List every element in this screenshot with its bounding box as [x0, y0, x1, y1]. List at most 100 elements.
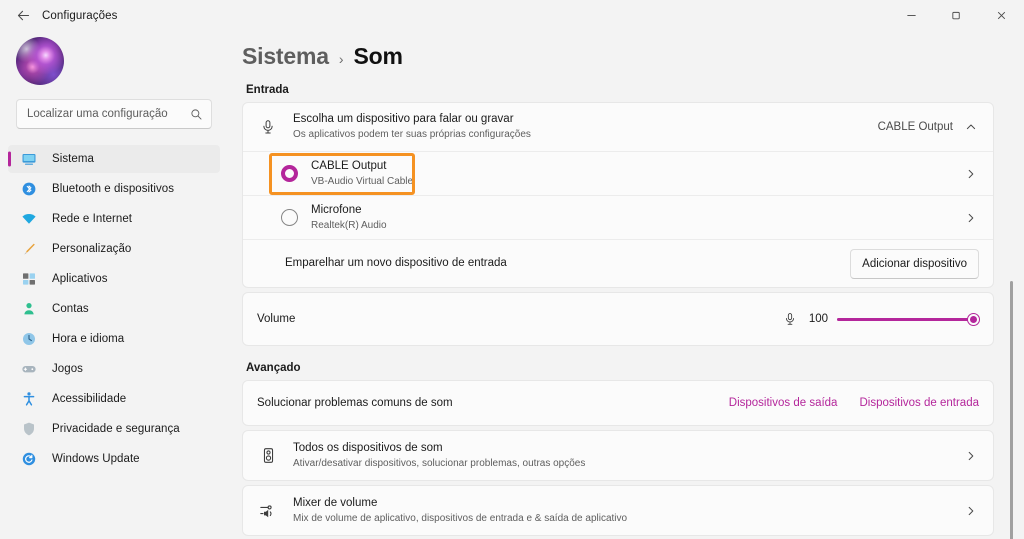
minimize-button[interactable] — [889, 0, 934, 31]
troubleshoot-label: Solucionar problemas comuns de som — [257, 396, 453, 409]
chevron-up-icon[interactable] — [963, 121, 979, 133]
device-chooser-text: Escolha um dispositivo para falar ou gra… — [293, 112, 531, 142]
sidebar-item-aplicativos[interactable]: Aplicativos — [8, 265, 220, 293]
microphone-small-icon — [783, 312, 797, 326]
device-option-cable-output[interactable]: CABLE Output VB-Audio Virtual Cable — [243, 151, 993, 195]
minimize-icon — [907, 15, 916, 16]
main-content: Sistema › Som Entrada Escolha um disposi… — [228, 31, 1024, 539]
search-input[interactable] — [27, 108, 190, 120]
volume-slider[interactable] — [837, 313, 979, 325]
sidebar-item-label: Sistema — [52, 153, 94, 165]
volume-mixer-row[interactable]: Mixer de volume Mix de volume de aplicat… — [243, 486, 993, 535]
restore-icon — [952, 11, 960, 20]
selected-device-value: CABLE Output — [877, 121, 953, 133]
volume-controls: 100 — [783, 312, 979, 326]
sidebar-item-label: Personalização — [52, 243, 132, 255]
microphone-icon — [257, 119, 279, 135]
volume-mixer-subtitle: Mix de volume de aplicativo, dispositivo… — [293, 512, 628, 524]
sidebar-item-bluetooth-e-dispositivos[interactable]: Bluetooth e dispositivos — [8, 175, 220, 203]
device-option-description: VB-Audio Virtual Cable — [311, 175, 414, 187]
accessibility-icon — [20, 390, 38, 408]
sidebar-item-jogos[interactable]: Jogos — [8, 355, 220, 383]
troubleshoot-card: Solucionar problemas comuns de som Dispo… — [242, 380, 994, 426]
chevron-right-icon[interactable] — [963, 168, 979, 180]
volume-mixer-text: Mixer de volume Mix de volume de aplicat… — [293, 496, 627, 526]
device-chooser-title: Escolha um dispositivo para falar ou gra… — [293, 113, 514, 125]
all-sound-devices-text: Todos os dispositivos de som Ativar/desa… — [293, 441, 585, 471]
search-box[interactable] — [16, 99, 212, 129]
add-device-button[interactable]: Adicionar dispositivo — [850, 248, 979, 279]
update-icon — [20, 450, 38, 468]
device-option-text: CABLE Output VB-Audio Virtual Cable — [311, 159, 413, 189]
device-chooser-value-group[interactable]: CABLE Output — [878, 121, 979, 133]
breadcrumb-parent[interactable]: Sistema — [242, 43, 329, 70]
volume-mixer-right — [963, 505, 979, 517]
avatar[interactable] — [16, 37, 64, 85]
chevron-right-icon[interactable] — [963, 450, 979, 462]
device-option-name: Microfone — [311, 203, 362, 216]
radio-microfone[interactable] — [281, 209, 298, 226]
sidebar-item-windows-update[interactable]: Windows Update — [8, 445, 220, 473]
troubleshoot-row: Solucionar problemas comuns de som Dispo… — [243, 381, 993, 425]
sidebar-item-hora-e-idioma[interactable]: Hora e idioma — [8, 325, 220, 353]
all-sound-devices-row[interactable]: Todos os dispositivos de som Ativar/desa… — [243, 431, 993, 480]
volume-mixer-title: Mixer de volume — [293, 496, 378, 509]
section-heading-entrada: Entrada — [246, 84, 289, 96]
device-option-description: Realtek(R) Audio — [311, 219, 387, 231]
section-heading-avancado: Avançado — [246, 362, 301, 374]
radio-cable-output[interactable] — [281, 165, 298, 182]
volume-card: Volume 100 — [242, 292, 994, 346]
output-devices-link[interactable]: Dispositivos de saída — [729, 397, 838, 409]
chevron-right-icon[interactable] — [963, 212, 979, 224]
network-icon — [20, 210, 38, 228]
gaming-icon — [20, 360, 38, 378]
privacy-shield-icon — [20, 420, 38, 438]
all-sound-devices-card[interactable]: Todos os dispositivos de som Ativar/desa… — [242, 430, 994, 481]
accounts-icon — [20, 300, 38, 318]
device-option-right — [963, 212, 979, 224]
sidebar-item-label: Privacidade e segurança — [52, 423, 180, 435]
volume-row: Volume 100 — [243, 293, 993, 345]
slider-fill — [837, 317, 979, 321]
device-option-microfone[interactable]: Microfone Realtek(R) Audio — [243, 195, 993, 239]
input-devices-link[interactable]: Dispositivos de entrada — [859, 397, 979, 409]
sidebar-item-acessibilidade[interactable]: Acessibilidade — [8, 385, 220, 413]
sidebar-item-label: Contas — [52, 303, 89, 315]
close-icon — [997, 11, 1006, 20]
device-chooser-row[interactable]: Escolha um dispositivo para falar ou gra… — [243, 103, 993, 151]
volume-slider-group[interactable]: 100 — [783, 312, 979, 326]
search-container — [8, 85, 220, 129]
input-device-card: Escolha um dispositivo para falar ou gra… — [242, 102, 994, 288]
sidebar-item-label: Aplicativos — [52, 273, 108, 285]
sidebar-item-contas[interactable]: Contas — [8, 295, 220, 323]
volume-mixer-card[interactable]: Mixer de volume Mix de volume de aplicat… — [242, 485, 994, 536]
breadcrumb-separator: › — [338, 51, 344, 67]
back-arrow-icon — [17, 10, 29, 21]
system-icon — [20, 150, 38, 168]
maximize-button[interactable] — [934, 0, 979, 31]
sidebar-item-label: Rede e Internet — [52, 213, 133, 225]
device-option-text: Microfone Realtek(R) Audio — [311, 203, 387, 233]
bluetooth-icon — [20, 180, 38, 198]
main-scrollbar[interactable] — [1010, 281, 1013, 539]
breadcrumb: Sistema › Som — [242, 31, 994, 70]
all-sound-devices-title: Todos os dispositivos de som — [293, 441, 443, 454]
settings-window: Configurações Localizar uma configuração… — [0, 0, 1024, 539]
close-button[interactable] — [979, 0, 1024, 31]
personalization-icon — [20, 240, 38, 258]
window-controls — [889, 0, 1024, 31]
pair-device-label: Emparelhar um novo dispositivo de entrad… — [285, 257, 507, 269]
active-indicator — [8, 151, 11, 167]
back-button[interactable] — [8, 3, 38, 29]
sidebar-item-label: Bluetooth e dispositivos — [52, 183, 175, 195]
avatar-container — [8, 31, 220, 85]
slider-thumb[interactable] — [968, 313, 979, 325]
chevron-right-icon[interactable] — [963, 505, 979, 517]
sidebar-item-personalizacao[interactable]: Personalização — [8, 235, 220, 263]
sidebar-item-sistema[interactable]: Sistema — [8, 145, 220, 173]
sidebar-item-label: Windows Update — [52, 453, 140, 465]
sidebar-item-rede-e-internet[interactable]: Rede e Internet — [8, 205, 220, 233]
sidebar-item-privacidade-e-seguranca[interactable]: Privacidade e segurança — [8, 415, 220, 443]
window-body: Sistema Bluetooth e dispositivos — [0, 31, 1024, 539]
all-sound-devices-icon — [257, 447, 279, 464]
